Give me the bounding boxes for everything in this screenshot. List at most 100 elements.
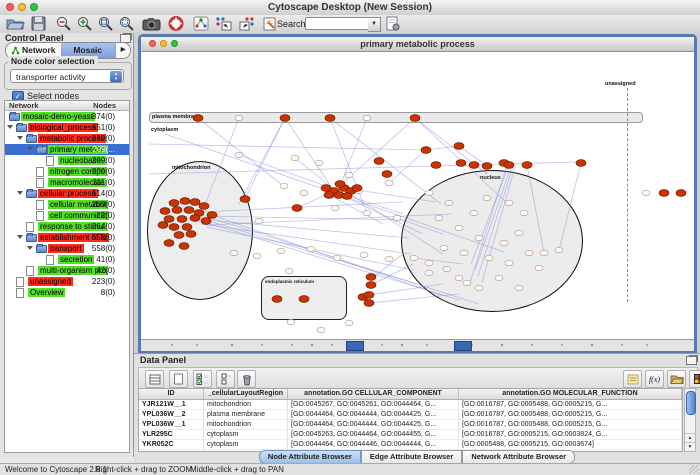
network-node-small[interactable] bbox=[540, 250, 548, 255]
network-node[interactable] bbox=[374, 158, 384, 165]
tree-row[interactable]: metabolic process280(0) bbox=[5, 133, 129, 144]
expand-triangle-icon[interactable] bbox=[7, 125, 13, 129]
network-node[interactable] bbox=[207, 212, 217, 219]
network-node-small[interactable] bbox=[515, 230, 523, 235]
network-node-small[interactable] bbox=[235, 115, 243, 120]
network-node[interactable] bbox=[364, 292, 374, 299]
network-node-small[interactable] bbox=[475, 235, 483, 240]
search-dropdown-button[interactable]: ▼ bbox=[368, 17, 381, 32]
network-node-small[interactable] bbox=[525, 250, 533, 255]
import-network-icon[interactable] bbox=[214, 16, 233, 31]
network-node-small[interactable] bbox=[363, 115, 371, 120]
network-node[interactable] bbox=[342, 193, 352, 200]
tab-node-attribute-browser[interactable]: Node Attribute Browser bbox=[259, 450, 361, 464]
network-canvas[interactable]: plasma membrane cytoplasm mitochondrion … bbox=[141, 52, 694, 339]
help-ring-icon[interactable] bbox=[168, 16, 185, 31]
network-node-small[interactable] bbox=[345, 320, 353, 325]
table-cell[interactable]: [GO:0045263, GO:0044464, GO:0044455, G..… bbox=[288, 430, 459, 439]
network-node[interactable] bbox=[482, 163, 492, 170]
network-node-small[interactable] bbox=[307, 246, 315, 251]
network-node[interactable] bbox=[169, 224, 179, 231]
network-node[interactable] bbox=[335, 181, 345, 188]
tree-row[interactable]: nitrogen compo209(0) bbox=[5, 166, 129, 177]
network-node-small[interactable] bbox=[385, 256, 393, 261]
minimap-viewport[interactable] bbox=[346, 341, 364, 351]
network-node-small[interactable] bbox=[300, 190, 308, 195]
network-node[interactable] bbox=[160, 208, 170, 215]
search-input[interactable] bbox=[305, 17, 369, 30]
network-node[interactable] bbox=[299, 296, 309, 303]
table-cell[interactable]: [GO:0005488, GO:0005215, GO:0003674] bbox=[459, 440, 682, 449]
network-node[interactable] bbox=[164, 216, 174, 223]
expand-triangle-icon[interactable] bbox=[17, 136, 23, 140]
network-node-small[interactable] bbox=[315, 160, 323, 165]
table-cell[interactable]: [GO:0044464, GO:0044444, GO:0044425, G..… bbox=[288, 410, 459, 419]
expand-triangle-icon[interactable] bbox=[17, 235, 23, 239]
network-node-small[interactable] bbox=[235, 152, 243, 157]
network-node[interactable] bbox=[431, 162, 441, 169]
network-icon[interactable] bbox=[193, 16, 210, 31]
export-network-icon[interactable] bbox=[238, 16, 257, 31]
network-node-small[interactable] bbox=[291, 155, 299, 160]
table-cell[interactable]: [GO:0016787, GO:0005488, GO:0005215, G..… bbox=[459, 400, 682, 409]
network-node[interactable] bbox=[421, 147, 431, 154]
network-node[interactable] bbox=[456, 160, 466, 167]
network-node[interactable] bbox=[454, 143, 464, 150]
network-node-small[interactable] bbox=[475, 285, 483, 290]
network-node-small[interactable] bbox=[285, 268, 293, 273]
network-node-small[interactable] bbox=[280, 183, 288, 188]
tree-row[interactable]: cellular process614(0) bbox=[5, 188, 129, 199]
table-row[interactable]: YLR295Ccytoplasm[GO:0045263, GO:0044464,… bbox=[139, 430, 682, 440]
network-node-small[interactable] bbox=[443, 266, 451, 271]
import-attributes-icon[interactable] bbox=[667, 370, 686, 388]
network-node[interactable] bbox=[158, 222, 168, 229]
network-node[interactable] bbox=[366, 282, 376, 289]
table-cell[interactable]: YPL036W__1 bbox=[139, 420, 204, 429]
network-node[interactable] bbox=[292, 205, 302, 212]
network-window-titlebar[interactable]: primary metabolic process bbox=[141, 37, 694, 52]
table-cell[interactable]: [GO:0044464, GO:0044444, GO:0044425, G..… bbox=[288, 420, 459, 429]
network-node[interactable] bbox=[522, 162, 532, 169]
network-node-small[interactable] bbox=[505, 200, 513, 205]
network-node[interactable] bbox=[272, 296, 282, 303]
table-scrollbar[interactable]: ▲ ▼ bbox=[684, 388, 696, 452]
zoom-out-icon[interactable] bbox=[55, 16, 73, 31]
attribute-list-icon[interactable] bbox=[216, 370, 235, 388]
network-node[interactable] bbox=[169, 200, 179, 207]
network-node[interactable] bbox=[201, 218, 211, 225]
table-cell[interactable]: plasma membrane bbox=[204, 410, 288, 419]
network-node-small[interactable] bbox=[363, 210, 371, 215]
node-color-combobox[interactable]: transporter activity ▲▼ bbox=[10, 69, 124, 83]
minimap-viewport[interactable] bbox=[454, 341, 472, 351]
network-node[interactable] bbox=[469, 162, 479, 169]
snapshot-icon[interactable] bbox=[142, 16, 162, 31]
zoom-fit-icon[interactable] bbox=[97, 16, 115, 31]
network-node-small[interactable] bbox=[505, 260, 513, 265]
network-node-small[interactable] bbox=[253, 253, 261, 258]
table-cell[interactable]: [GO:0016787, GO:0005488, GO:0005215, G..… bbox=[459, 420, 682, 429]
network-node-small[interactable] bbox=[515, 285, 523, 290]
tree-row[interactable]: Overview8(0) bbox=[5, 287, 129, 298]
column-header[interactable]: annotation.GO MOLECULAR_FUNCTION bbox=[459, 389, 682, 399]
network-node-small[interactable] bbox=[470, 210, 478, 215]
expand-triangle-icon[interactable] bbox=[27, 246, 33, 250]
formula-icon[interactable]: f(x) bbox=[645, 370, 664, 388]
table-cell[interactable]: YPL036W__2 bbox=[139, 410, 204, 419]
network-node-small[interactable] bbox=[317, 327, 325, 332]
table-row[interactable]: YKR052Ccytoplasm[GO:0044464, GO:0044446,… bbox=[139, 440, 682, 450]
network-node[interactable] bbox=[193, 115, 203, 122]
network-node-small[interactable] bbox=[425, 190, 433, 195]
network-node-small[interactable] bbox=[463, 280, 471, 285]
network-node[interactable] bbox=[576, 160, 586, 167]
tree-row[interactable]: cellular metabol209(0) bbox=[5, 199, 129, 210]
tree-row[interactable]: macromolecule311(0) bbox=[5, 177, 129, 188]
network-node-small[interactable] bbox=[345, 172, 353, 177]
column-header[interactable]: ID bbox=[139, 389, 204, 399]
network-node-small[interactable] bbox=[455, 225, 463, 230]
expand-triangle-icon[interactable] bbox=[27, 147, 33, 151]
open-file-icon[interactable] bbox=[5, 16, 25, 31]
network-minimap-strip[interactable] bbox=[141, 339, 694, 351]
search-options-icon[interactable] bbox=[385, 16, 401, 31]
tree-row[interactable]: multi-organism pro42(0) bbox=[5, 265, 129, 276]
table-row[interactable]: YJR121W__1mitochondrion[GO:0045267, GO:0… bbox=[139, 400, 682, 410]
